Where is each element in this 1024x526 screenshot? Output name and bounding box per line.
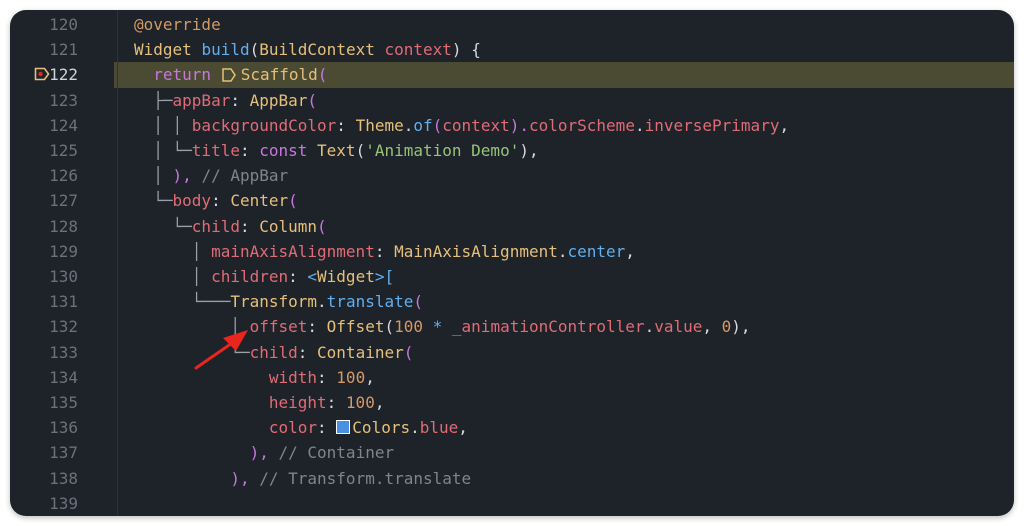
- line-number: 130: [49, 267, 78, 286]
- line-number: 125: [49, 141, 78, 160]
- code-line[interactable]: 125 │ └─title: const Text('Animation Dem…: [10, 138, 1014, 163]
- line-number: 126: [49, 166, 78, 186]
- code-line[interactable]: 130 │ children: <Widget>[: [10, 264, 1014, 289]
- code-line[interactable]: 134 width: 100,: [10, 365, 1014, 390]
- code-text: └───Transform.translate(: [134, 292, 424, 312]
- code-line[interactable]: 138 ), // Transform.translate: [10, 466, 1014, 491]
- code-line[interactable]: 122 return Scaffold(: [10, 62, 1014, 87]
- code-text: └─body: Center(: [134, 191, 298, 211]
- code-text: Widget build(BuildContext context) {: [134, 40, 481, 60]
- line-number: 124: [49, 115, 78, 135]
- line-number: 134: [49, 367, 78, 387]
- line-number: 137: [49, 443, 78, 463]
- code-text: │ │ backgroundColor: Theme.of(context).c…: [134, 115, 790, 135]
- code-text: ), // Container: [249, 443, 395, 463]
- code-line[interactable]: 123 ├─appBar: AppBar(: [10, 88, 1014, 113]
- code-line[interactable]: 127 └─body: Center(: [10, 188, 1014, 213]
- code-line[interactable]: 133 └─child: Container(: [10, 340, 1014, 365]
- code-text: │ children: <Widget>[: [134, 267, 395, 286]
- code-line[interactable]: 135 height: 100,: [10, 390, 1014, 415]
- code-line[interactable]: 124 │ │ backgroundColor: Theme.of(contex…: [10, 113, 1014, 138]
- code-text: │ mainAxisAlignment: MainAxisAlignment.c…: [134, 241, 635, 261]
- code-text: │ └─title: const Text('Animation Demo'),: [134, 141, 539, 160]
- code-line[interactable]: 120 @override: [10, 12, 1014, 37]
- code-line[interactable]: 128 └─child: Column(: [10, 214, 1014, 239]
- code-line[interactable]: 129 │ mainAxisAlignment: MainAxisAlignme…: [10, 239, 1014, 264]
- code-line[interactable]: 126 │ ), // AppBar: [10, 163, 1014, 188]
- line-number: 139: [49, 493, 78, 513]
- line-number: 129: [49, 241, 78, 261]
- code-line[interactable]: 121 Widget build(BuildContext context) {: [10, 37, 1014, 62]
- color-swatch-icon[interactable]: [336, 420, 351, 435]
- code-line[interactable]: 137 ), // Container: [10, 440, 1014, 465]
- code-text: │ ), // AppBar: [134, 166, 289, 186]
- code-line[interactable]: 139: [10, 491, 1014, 516]
- code-editor[interactable]: 120 @override 121 Widget build(BuildContext…: [10, 10, 1014, 516]
- line-number: 120: [49, 15, 78, 34]
- code-line[interactable]: 136 color: Colors.blue,: [10, 415, 1014, 440]
- line-number: 121: [49, 40, 78, 60]
- code-text: ), // Transform.translate: [230, 468, 472, 488]
- code-text: return Scaffold(: [134, 65, 328, 85]
- line-number: 138: [49, 468, 78, 488]
- code-text: └─child: Container(: [134, 342, 414, 362]
- code-editor-window: 120 @override 121 Widget build(BuildContext…: [10, 10, 1014, 516]
- code-text: height: 100,: [268, 393, 385, 412]
- line-number: 122: [49, 65, 78, 85]
- line-number: 136: [49, 418, 78, 438]
- gutter-separator: [117, 10, 118, 516]
- line-number: 133: [49, 342, 78, 362]
- line-number: 123: [49, 90, 78, 110]
- line-number: 132: [49, 317, 78, 337]
- code-line[interactable]: 131 └───Transform.translate(: [10, 289, 1014, 314]
- line-number: 131: [49, 292, 78, 312]
- code-text: ├─appBar: AppBar(: [134, 90, 318, 110]
- code-text: @override: [134, 15, 221, 34]
- code-line[interactable]: 132 │ offset: Offset(100 * _animationCon…: [10, 314, 1014, 339]
- code-text: │ offset: Offset(100 * _animationControl…: [134, 317, 751, 337]
- code-text: color: Colors.blue,: [268, 418, 468, 438]
- code-text: width: 100,: [268, 367, 375, 387]
- line-number: 135: [49, 393, 78, 412]
- line-number: 128: [49, 216, 78, 236]
- line-number: 127: [49, 191, 78, 211]
- code-text: └─child: Column(: [134, 216, 327, 236]
- widget-label-icon: [221, 68, 236, 83]
